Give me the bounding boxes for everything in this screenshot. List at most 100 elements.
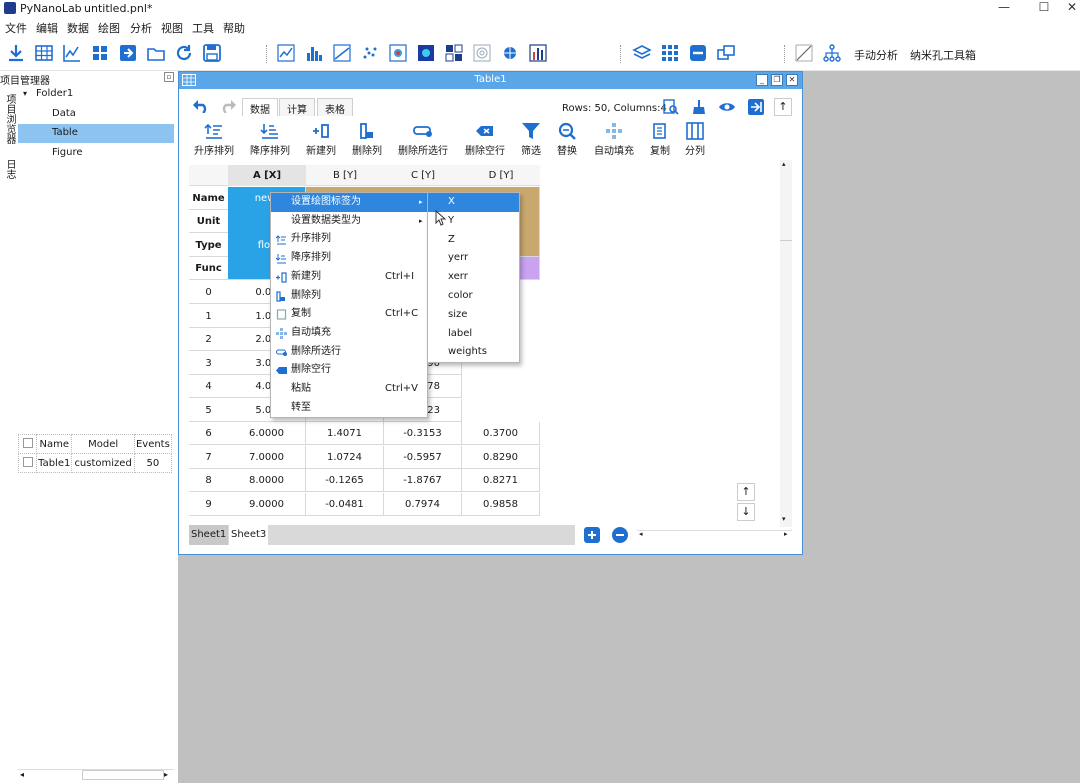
- tree-item-figure[interactable]: Figure: [52, 147, 83, 158]
- menu-help[interactable]: 帮助: [223, 20, 245, 36]
- hierarchy-icon[interactable]: [822, 43, 842, 63]
- nanopore-toolbox-button[interactable]: 纳米孔工具箱: [910, 47, 976, 63]
- surface-3d-icon[interactable]: [500, 43, 520, 63]
- table-cell[interactable]: 8.0000: [228, 469, 306, 492]
- delete-column-button[interactable]: 删除列: [352, 122, 382, 157]
- table-cell[interactable]: 1.4071: [306, 422, 384, 445]
- row-header[interactable]: 3: [189, 352, 228, 375]
- menu-item-new-column[interactable]: 新建列 Ctrl+I: [271, 268, 427, 287]
- column-header-name[interactable]: Name: [35, 434, 73, 454]
- menu-file[interactable]: 文件: [5, 20, 27, 36]
- table-cell[interactable]: -0.1265: [306, 469, 384, 492]
- scroll-top-button[interactable]: ↑: [774, 98, 792, 116]
- sort-desc-button[interactable]: 降序排列: [250, 122, 290, 157]
- column-header-b[interactable]: B [Y]: [306, 165, 384, 186]
- submenu-item-label[interactable]: label: [428, 325, 519, 344]
- sheet-tab-3[interactable]: Sheet3: [229, 525, 269, 545]
- matrix-icon[interactable]: [444, 43, 464, 63]
- menu-item-auto-fill[interactable]: 自动填充: [271, 324, 427, 343]
- sort-asc-button[interactable]: 升序排列: [194, 122, 234, 157]
- row-header[interactable]: 0: [189, 281, 228, 304]
- linear-fit-icon[interactable]: [332, 43, 352, 63]
- cell-events[interactable]: 50: [133, 453, 173, 473]
- search-table-icon[interactable]: [663, 99, 679, 115]
- row-header[interactable]: 2: [189, 328, 228, 351]
- vertical-scrollbar[interactable]: ▴ ▾: [780, 160, 792, 527]
- table-cell[interactable]: 0.8271: [462, 469, 540, 492]
- menu-item-sort-desc[interactable]: 降序排列: [271, 249, 427, 268]
- table-cell[interactable]: 0.3700: [462, 422, 540, 445]
- column-header-model[interactable]: Model: [71, 434, 135, 454]
- menu-item-sort-asc[interactable]: 升序排列: [271, 230, 427, 249]
- menu-analysis[interactable]: 分析: [130, 20, 152, 36]
- subwindow-minimize-button[interactable]: _: [756, 74, 768, 86]
- tab-compute[interactable]: 计算: [279, 98, 315, 116]
- scatter-plot-icon[interactable]: [360, 43, 380, 63]
- subwindow-restore-button[interactable]: ❐: [771, 74, 783, 86]
- table-cell[interactable]: 0.9858: [462, 492, 540, 516]
- tab-project-browser[interactable]: 项目浏览器: [2, 94, 17, 144]
- table-cell[interactable]: -0.5957: [384, 445, 462, 469]
- submenu-item-z[interactable]: Z: [428, 231, 519, 250]
- menu-plot[interactable]: 绘图: [98, 20, 120, 36]
- windows-icon[interactable]: [716, 43, 736, 63]
- cell-name[interactable]: Table1: [35, 453, 73, 473]
- row-header[interactable]: 4: [189, 375, 228, 398]
- table-cell[interactable]: -0.3153: [384, 422, 462, 445]
- layout-icon[interactable]: [90, 43, 110, 63]
- undo-icon[interactable]: [192, 99, 210, 113]
- redo-icon[interactable]: [219, 99, 237, 113]
- menu-item-set-data-type[interactable]: 设置数据类型为 ▸: [271, 212, 427, 231]
- export-table-icon[interactable]: [748, 99, 764, 115]
- split-column-button[interactable]: 分列: [685, 122, 705, 157]
- histogram-icon[interactable]: [304, 43, 324, 63]
- submenu-item-weights[interactable]: weights: [428, 343, 519, 362]
- new-figure-icon[interactable]: [62, 43, 82, 63]
- submenu-item-size[interactable]: size: [428, 306, 519, 325]
- menu-item-delete-column[interactable]: 删除列: [271, 287, 427, 306]
- row-header[interactable]: 1: [189, 305, 228, 328]
- menu-item-delete-selected-rows[interactable]: 删除所选行: [271, 343, 427, 362]
- row-checkbox[interactable]: [18, 453, 37, 473]
- tree-item-data[interactable]: Data: [52, 108, 76, 119]
- line-plot-icon[interactable]: [276, 43, 296, 63]
- auto-fill-button[interactable]: 自动填充: [594, 122, 634, 157]
- menu-item-paste[interactable]: 粘贴 Ctrl+V: [271, 380, 427, 399]
- copy-button[interactable]: 复制: [650, 122, 670, 157]
- row-header[interactable]: 6: [189, 422, 228, 445]
- left-panel-scrollbar[interactable]: ◂ ▸: [18, 769, 174, 781]
- tree-folder[interactable]: Folder1: [36, 88, 73, 99]
- chevron-down-icon[interactable]: ▾: [23, 89, 27, 98]
- density-plot-icon[interactable]: [388, 43, 408, 63]
- submenu-item-color[interactable]: color: [428, 287, 519, 306]
- menu-item-copy[interactable]: 复制 Ctrl+C: [271, 305, 427, 324]
- column-header-d[interactable]: D [Y]: [462, 165, 540, 186]
- new-table-icon[interactable]: [34, 43, 54, 63]
- delete-empty-rows-button[interactable]: 删除空行: [465, 122, 505, 157]
- add-sheet-icon[interactable]: [584, 527, 600, 543]
- table-cell[interactable]: 7.0000: [228, 445, 306, 469]
- export-icon[interactable]: [118, 43, 138, 63]
- contour-icon[interactable]: [472, 43, 492, 63]
- import-icon[interactable]: [6, 43, 26, 63]
- menu-view[interactable]: 视图: [161, 20, 183, 36]
- scroll-up-button[interactable]: ↑: [737, 483, 755, 501]
- submenu-item-yerr[interactable]: yerr: [428, 249, 519, 268]
- menu-edit[interactable]: 编辑: [36, 20, 58, 36]
- tab-data[interactable]: 数据: [242, 98, 278, 116]
- subwindow-close-button[interactable]: ✕: [786, 74, 798, 86]
- menu-item-set-plot-label[interactable]: 设置绘图标签为 ▸: [271, 193, 427, 212]
- table-row[interactable]: Table1 customized 50: [18, 453, 173, 473]
- row-header[interactable]: 7: [189, 446, 228, 469]
- select-all-checkbox[interactable]: [18, 434, 37, 454]
- panel-float-icon[interactable]: ▫: [164, 72, 174, 82]
- column-header-c[interactable]: C [Y]: [384, 165, 462, 186]
- row-header[interactable]: 5: [189, 399, 228, 422]
- submenu-item-x[interactable]: X: [428, 193, 519, 212]
- filter-button[interactable]: 筛选: [521, 122, 541, 157]
- table-cell[interactable]: 6.0000: [228, 422, 306, 445]
- close-button[interactable]: ✕: [1052, 0, 1080, 17]
- grid-icon[interactable]: [660, 43, 680, 63]
- new-column-button[interactable]: 新建列: [306, 122, 336, 157]
- table-cell[interactable]: 0.8290: [462, 445, 540, 469]
